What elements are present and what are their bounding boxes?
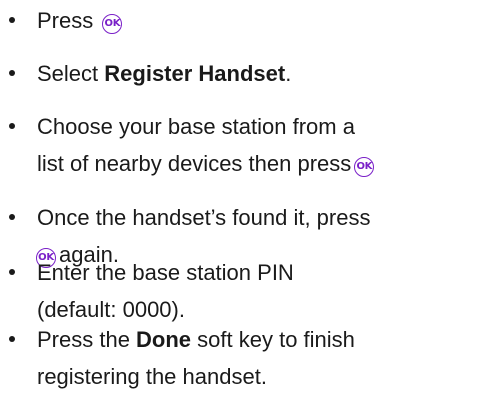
bullet [9,269,15,275]
bullet [9,214,15,220]
step-text: soft key to finish [191,327,355,352]
step-text: list of nearby devices then press [37,151,352,176]
step-text: . [285,61,292,86]
step-text: Press the [37,327,137,352]
bullet [9,17,15,23]
bullet [9,70,15,76]
step-text: Once the handset’s found it, press [37,205,371,230]
step-text: Choose your base station from a [37,114,355,139]
bullet [9,123,15,129]
ok-icon: OK [102,14,123,34]
bullet [9,336,15,342]
step-text: Select [37,61,105,86]
step-bold-text: Done [136,327,192,352]
ok-icon: OK [354,157,375,177]
step-text: registering the handset. [37,364,267,389]
step-bold-text: Register Handset [104,61,286,86]
step-text: Enter the base station PIN [37,260,294,285]
step-text: Press [37,8,94,33]
